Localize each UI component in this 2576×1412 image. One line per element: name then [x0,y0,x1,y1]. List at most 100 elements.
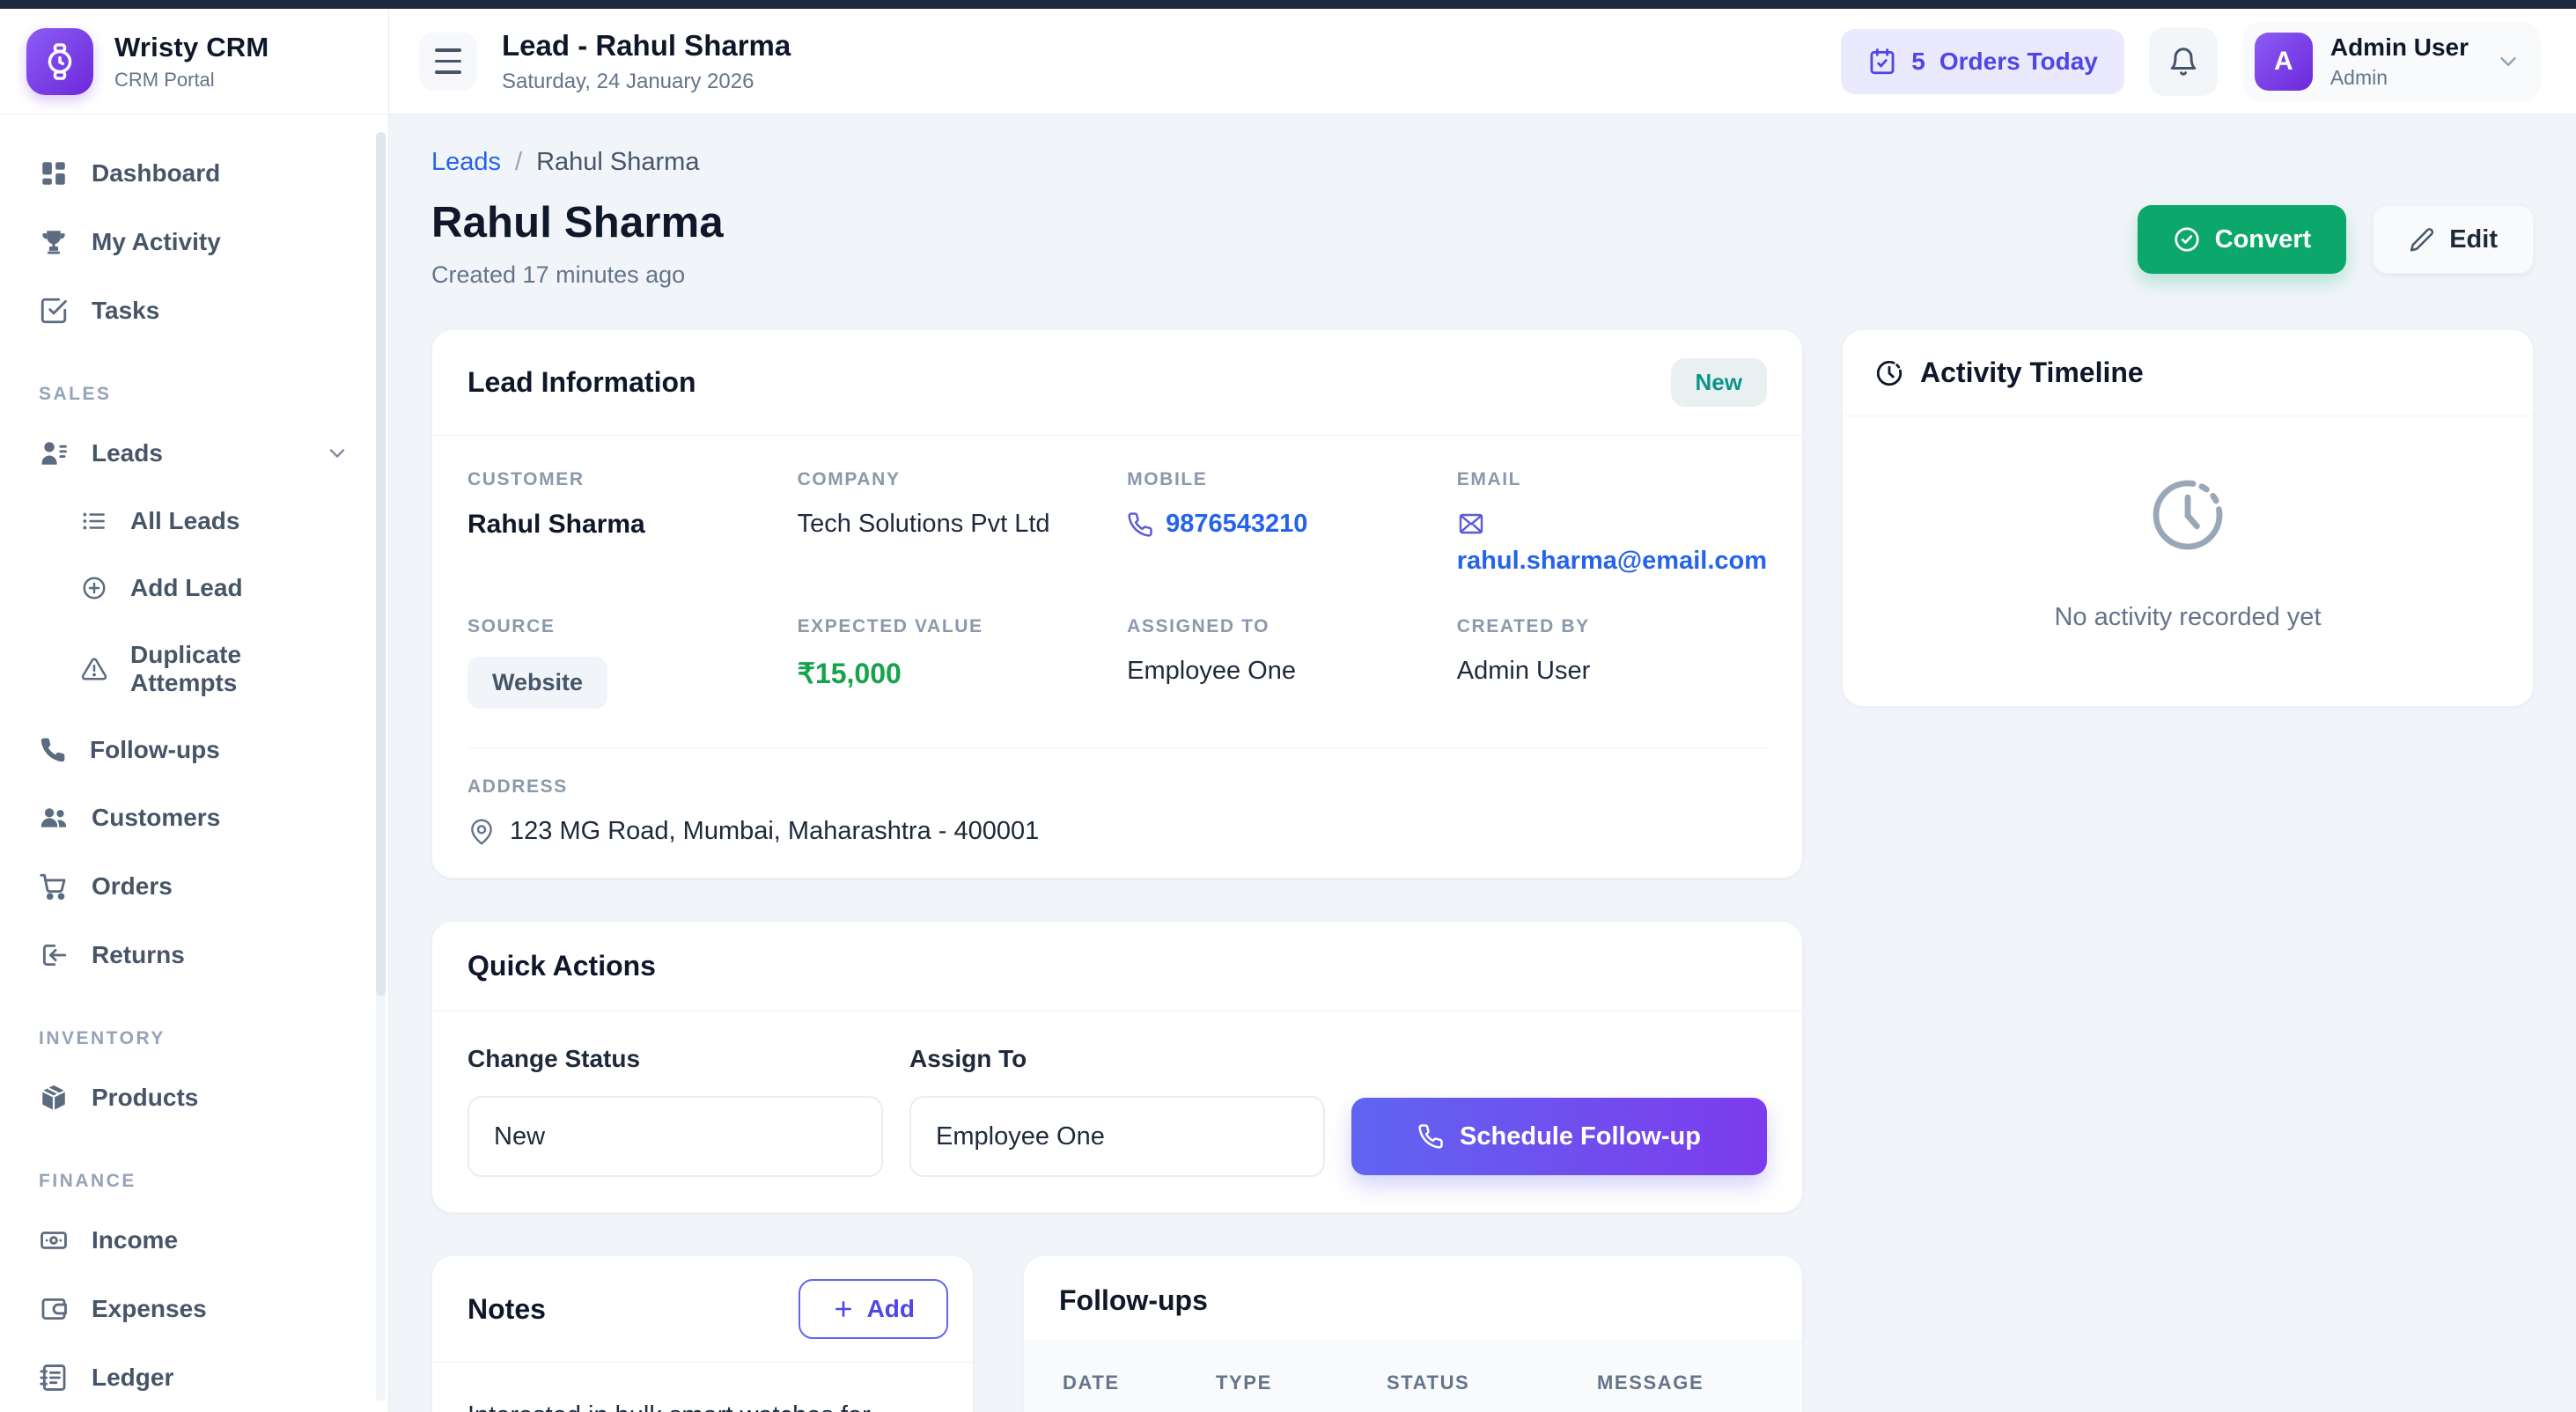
window-top-strip [0,0,2576,9]
sidebar-item-expenses[interactable]: Expenses [23,1276,365,1342]
sidebar-item-my-activity[interactable]: My Activity [23,210,365,275]
user-menu[interactable]: A Admin User Admin [2242,22,2541,101]
follow-ups-title: Follow-ups [1059,1284,1208,1317]
sidebar-item-label: Products [92,1084,198,1112]
sidebar-item-products[interactable]: Products [23,1065,365,1130]
assign-to-label: Assign To [909,1045,1325,1073]
breadcrumb-leads-link[interactable]: Leads [431,148,501,177]
clock-icon [1874,358,1904,388]
user-role: Admin [2330,66,2469,90]
package-icon [39,1083,69,1113]
address-text: 123 MG Road, Mumbai, Maharashtra - 40000… [510,817,1039,846]
email-link[interactable]: rahul.sharma@email.com [1457,510,1767,576]
watch-icon [26,28,93,95]
header-title: Lead - Rahul Sharma [502,29,791,63]
col-status: STATUS [1387,1372,1576,1394]
timeline-empty-text: No activity recorded yet [2054,603,2321,632]
note-text: Interested in bulk smart watches for cor… [432,1363,973,1412]
trophy-icon [39,227,69,257]
col-date: DATE [1063,1372,1195,1394]
phone-icon [39,736,67,764]
notes-title: Notes [467,1293,546,1326]
assign-to-select[interactable]: Employee One [909,1096,1325,1177]
sidebar-item-customers[interactable]: Customers [23,785,365,850]
field-source: SOURCE Website [467,616,771,709]
sidebar-item-returns[interactable]: Returns [23,923,365,988]
sidebar-item-follow-ups[interactable]: Follow-ups [23,718,365,782]
orders-today-badge[interactable]: 5 Orders Today [1841,29,2124,94]
main-area: Lead - Rahul Sharma Saturday, 24 January… [389,9,2576,1412]
add-note-button[interactable]: Add [799,1279,948,1339]
lead-information-card: Lead Information New CUSTOMER Rahul Shar… [431,329,1803,879]
status-select[interactable]: New [467,1096,883,1177]
field-mobile: MOBILE 9876543210 [1127,469,1431,576]
sidebar-item-dashboard[interactable]: Dashboard [23,141,365,206]
sidebar-item-duplicate-attempts[interactable]: Duplicate Attempts [23,623,365,715]
schedule-follow-up-button[interactable]: Schedule Follow-up [1351,1098,1767,1175]
field-email: EMAIL rahul.sharma@email.com [1457,469,1767,576]
lead-info-title: Lead Information [467,366,696,399]
notes-card: Notes Add Interested in bulk smart watch… [431,1255,974,1412]
sidebar-section-inventory: INVENTORY [23,991,365,1065]
follow-ups-card: Follow-ups DATE TYPE STATUS MESSAGE 24 J… [1023,1255,1803,1412]
mobile-link[interactable]: 9876543210 [1127,510,1431,539]
sidebar-item-leads[interactable]: Leads [23,421,365,486]
sidebar-item-label: Ledger [92,1364,173,1392]
field-assigned-to: ASSIGNED TO Employee One [1127,616,1431,709]
bell-icon [2168,46,2199,77]
activity-timeline-title: Activity Timeline [1920,357,2144,389]
sidebar-item-label: Follow-ups [90,736,220,764]
sidebar-item-label: Dashboard [92,159,220,188]
plus-icon [832,1298,855,1320]
quick-actions-card: Quick Actions Change Status New Assign T… [431,921,1803,1213]
sidebar-item-income[interactable]: Income [23,1208,365,1273]
sidebar-item-ledger[interactable]: Ledger [23,1345,365,1410]
leads-icon [39,438,69,468]
breadcrumb: Leads / Rahul Sharma [431,148,2534,177]
menu-button[interactable] [419,33,477,91]
return-icon [39,940,69,970]
follow-ups-table-header: DATE TYPE STATUS MESSAGE [1024,1340,1802,1412]
quick-actions-title: Quick Actions [467,950,656,982]
sidebar-item-all-leads[interactable]: All Leads [23,489,365,553]
edit-button[interactable]: Edit [2373,205,2534,274]
orders-count: 5 [1911,48,1925,76]
sidebar-item-label: Leads [92,439,302,467]
sidebar-item-add-lead[interactable]: Add Lead [23,556,365,620]
notifications-button[interactable] [2149,27,2218,96]
convert-button[interactable]: Convert [2138,205,2347,274]
map-pin-icon [467,818,496,846]
source-pill: Website [467,657,607,709]
sidebar-section-finance: FINANCE [23,1134,365,1208]
sidebar-item-tasks[interactable]: Tasks [23,278,365,343]
sidebar-item-label: Tasks [92,297,159,325]
lead-status-badge: New [1671,358,1767,407]
field-created-by: CREATED BY Admin User [1457,616,1767,709]
header-date: Saturday, 24 January 2026 [502,70,791,94]
field-expected-value: EXPECTED VALUE ₹15,000 [798,616,1101,709]
sidebar-item-label: My Activity [92,228,221,256]
ledger-icon [39,1363,69,1393]
calendar-check-icon [1867,47,1897,77]
breadcrumb-separator: / [515,148,522,177]
sidebar-item-label: Orders [92,872,173,901]
cart-icon [39,871,69,901]
field-company: COMPANY Tech Solutions Pvt Ltd [798,469,1101,576]
sidebar-scrollbar-track [376,132,386,1401]
sidebar-nav: Dashboard My Activity Tasks SALES Leads … [0,114,388,1412]
sidebar-item-orders[interactable]: Orders [23,854,365,919]
field-customer: CUSTOMER Rahul Sharma [467,469,771,576]
users-icon [39,803,69,833]
check-circle-icon [2173,225,2201,254]
title-row: Rahul Sharma Created 17 minutes ago Conv… [431,198,2534,289]
pencil-icon [2409,226,2435,253]
breadcrumb-current: Rahul Sharma [536,148,699,177]
sidebar-scrollbar-thumb[interactable] [376,132,386,996]
phone-icon [1127,511,1153,538]
dashboard-icon [39,158,69,188]
change-status-label: Change Status [467,1045,883,1073]
plus-circle-icon [81,575,107,601]
check-square-icon [39,296,69,326]
expected-value: ₹15,000 [798,657,1101,690]
sidebar-item-label: Expenses [92,1295,207,1323]
